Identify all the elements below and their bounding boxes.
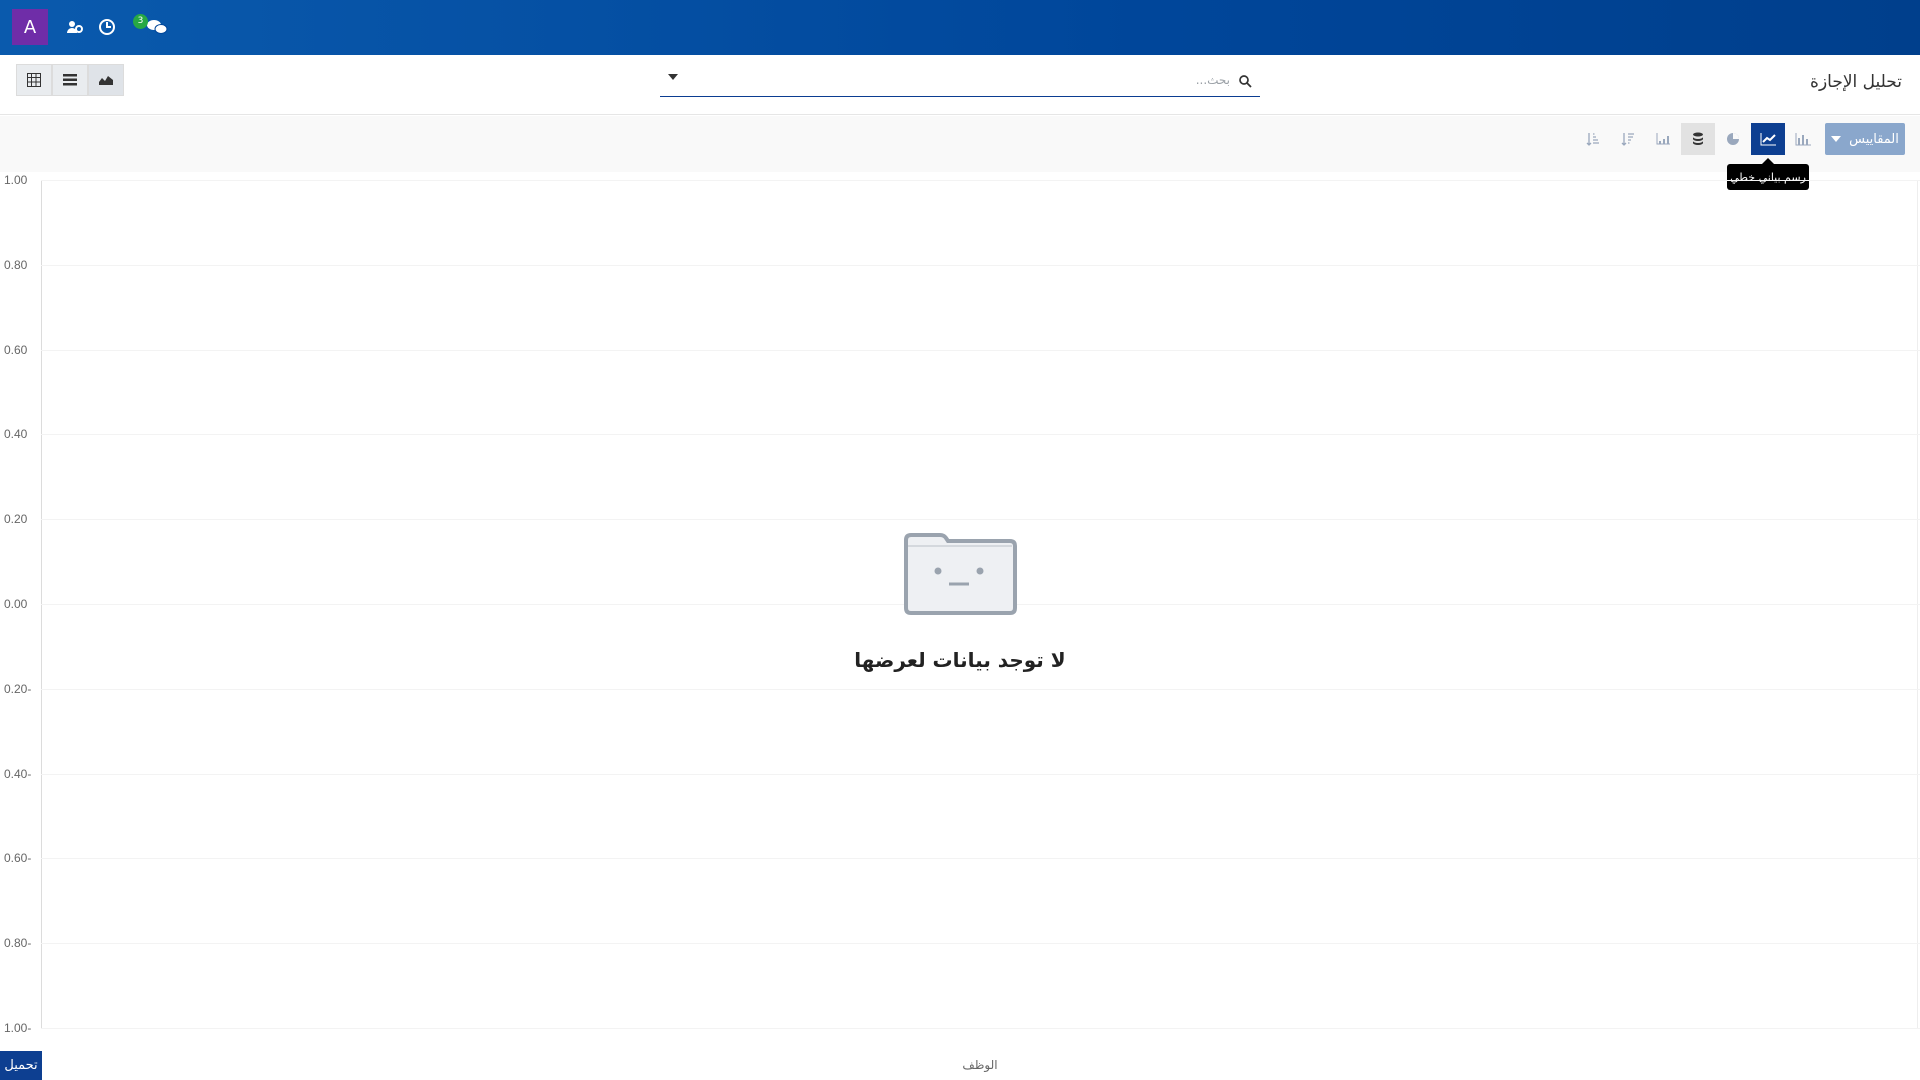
y-tick-label: 0.60- (4, 851, 32, 866)
y-tick-label: 0.40 (4, 427, 28, 442)
y-tick-label: 0.60 (4, 342, 28, 357)
line-chart-button[interactable] (1751, 123, 1785, 155)
sort-ascending-icon[interactable] (1576, 123, 1610, 155)
pivot-view-button[interactable] (16, 64, 52, 96)
sort-descending-icon[interactable] (1611, 123, 1645, 155)
top-navbar: A 3 (0, 0, 1920, 55)
y-tick-label: 0.20- (4, 681, 32, 696)
control-panel: بحث... تحليل الإجازة (0, 55, 1920, 115)
y-tick-label: 1.00- (4, 1021, 32, 1035)
page-title: تحليل الإجازة (1810, 72, 1902, 92)
search-bar[interactable]: بحث... (660, 66, 1260, 97)
gridline (41, 180, 1920, 181)
x-axis-label: الوظف (962, 1058, 998, 1072)
pie-chart-button[interactable] (1716, 123, 1750, 155)
gridline (41, 349, 1920, 351)
user-avatar[interactable]: A (12, 9, 48, 45)
gridline (41, 434, 1920, 436)
chat-badge: 3 (133, 14, 148, 29)
search-dropdown-icon[interactable] (668, 74, 678, 80)
y-tick-label: 0.00 (4, 597, 28, 611)
chart-toolbar: المقاييس (0, 116, 1920, 172)
measures-label: المقاييس (1849, 131, 1899, 147)
gridline (41, 264, 1920, 266)
search-icon (1239, 73, 1252, 92)
measures-dropdown-button[interactable]: المقاييس (1825, 123, 1905, 155)
bar-chart-button[interactable] (1786, 123, 1820, 155)
gridline (41, 688, 1920, 690)
y-tick-label: 0.80 (4, 257, 28, 272)
y-tick-label: 0.20 (4, 512, 28, 527)
chevron-down-icon (1831, 136, 1842, 142)
empty-folder-icon (902, 532, 1018, 620)
cumulative-toggle-button[interactable] (1646, 123, 1680, 155)
list-view-button[interactable] (52, 64, 88, 96)
y-tick-label: 1.00 (4, 173, 28, 187)
gridline (41, 773, 1920, 775)
download-button[interactable]: تحميل (0, 1051, 42, 1080)
empty-state-message: لا توجد بيانات لعرضها (854, 648, 1066, 672)
users-cog-icon[interactable] (63, 15, 87, 39)
y-tick-label: 0.80- (4, 936, 32, 951)
clock-icon[interactable] (95, 15, 119, 39)
gridline (41, 943, 1920, 945)
gridline (41, 1028, 1920, 1029)
y-tick-label: 0.40- (4, 766, 32, 781)
stacked-toggle-button[interactable] (1681, 123, 1715, 155)
graph-view-button[interactable] (88, 64, 124, 96)
gridline (41, 858, 1920, 860)
gridline (41, 519, 1920, 521)
search-input[interactable]: بحث... (1196, 73, 1230, 87)
